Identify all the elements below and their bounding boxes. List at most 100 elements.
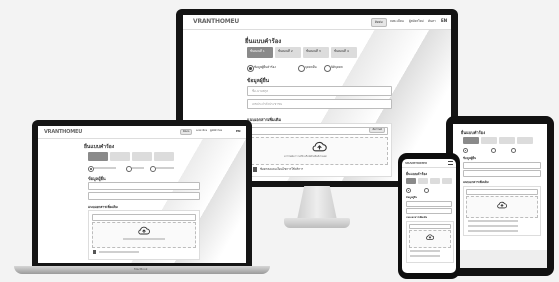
tablet-cloud-upload-icon — [497, 201, 507, 209]
laptop-header: VRANTHOMEU ติดต่อ ลงทะเบียน ผู้สมัครใหม่… — [38, 126, 246, 139]
tablet-step-1[interactable] — [463, 137, 479, 144]
cloud-upload-icon — [312, 141, 327, 152]
phone-step-2[interactable] — [418, 178, 428, 184]
phone-row-1 — [410, 250, 440, 252]
phone-row-2 — [410, 255, 440, 257]
phone-radio-self[interactable] — [406, 188, 411, 193]
phone-header: VRANTHOMEU — [402, 159, 456, 168]
phone-step-3[interactable] — [430, 178, 440, 184]
step-3-label: ขั้นตอนที่ 3 — [306, 49, 321, 53]
nav-register[interactable]: ลงทะเบียน — [390, 19, 404, 24]
nav-search[interactable]: ค้นหา — [428, 19, 436, 24]
laptop-nav-register[interactable]: ลงทะเบียน — [196, 129, 207, 133]
document-icon — [253, 167, 257, 172]
laptop-radio-other-label — [132, 167, 144, 169]
radio-self[interactable] — [247, 65, 254, 72]
tablet-footer — [453, 250, 547, 268]
phone-dropzone[interactable] — [409, 230, 451, 248]
radio-corporate[interactable] — [324, 65, 331, 72]
laptop-dropzone-text — [123, 238, 165, 240]
laptop-nav-contact[interactable]: ติดต่อ — [180, 129, 193, 135]
tablet-screen: ยื่นแบบคำร้อง ข้อมูลผู้ยื่น แนบเอกสารเพิ… — [453, 124, 547, 268]
phone-section-applicant: ข้อมูลผู้ยื่น — [406, 196, 418, 199]
nav-contact[interactable]: ติดต่อ — [371, 18, 387, 27]
monitor-neck — [297, 186, 337, 220]
laptop-radio-corp-label — [156, 167, 174, 169]
menu-icon[interactable] — [448, 161, 453, 165]
tablet-name-field[interactable] — [463, 162, 541, 169]
laptop-base-label: MacBook — [134, 267, 148, 271]
phone-upload-box — [406, 221, 454, 263]
section-applicant: ข้อมูลผู้ยื่น — [247, 78, 270, 84]
step-3[interactable]: ขั้นตอนที่ 3 — [303, 47, 329, 58]
tablet-step-3[interactable] — [499, 137, 515, 144]
nav-language[interactable]: EN — [441, 18, 447, 23]
phone-name-field[interactable] — [406, 201, 452, 207]
laptop-footer-note — [99, 251, 139, 253]
tablet-upload-box — [463, 186, 541, 236]
section-upload: แนบเอกสารเพิ่มเติม — [247, 117, 282, 122]
laptop-upload-box — [88, 210, 200, 260]
tablet-row-3 — [468, 230, 518, 232]
laptop-section-applicant: ข้อมูลผู้ยื่น — [88, 176, 106, 181]
laptop-step-4[interactable] — [154, 152, 174, 161]
laptop-step-3[interactable] — [132, 152, 152, 161]
laptop-radio-self-label — [94, 167, 116, 169]
tablet-section-applicant: ข้อมูลผู้ยื่น — [463, 156, 477, 160]
phone-radio-other[interactable] — [424, 188, 429, 193]
laptop-document-icon — [93, 250, 96, 254]
tablet-step-4[interactable] — [517, 137, 533, 144]
phone-logo[interactable]: VRANTHOMEU — [405, 161, 427, 165]
laptop: VRANTHOMEU ติดต่อ ลงทะเบียน ผู้สมัครใหม่… — [32, 120, 252, 268]
tablet-page-title: ยื่นแบบคำร้อง — [461, 130, 486, 135]
laptop-dropzone[interactable] — [92, 222, 196, 248]
choose-file-button[interactable]: เลือกไฟล์ — [369, 127, 385, 133]
phone-page-title: ยื่นแบบคำร้อง — [406, 172, 428, 176]
laptop-base: MacBook — [14, 266, 270, 274]
phone-screen: VRANTHOMEU ยื่นแบบคำร้อง ข้อมูลผู้ยื่น แ… — [402, 159, 456, 273]
step-2[interactable]: ขั้นตอนที่ 2 — [275, 47, 301, 58]
header: VRANTHOMEU ติดต่อ ลงทะเบียน ผู้สมัครใหม่… — [183, 15, 451, 30]
phone-step-4[interactable] — [442, 178, 452, 184]
dropzone-text: ลากไฟล์มาวางที่นี่ หรือคลิกเพื่ออัปโหลด — [284, 155, 327, 158]
upload-box: เลือกไฟล์ ลากไฟล์มาวางที่นี่ หรือคลิกเพื… — [247, 123, 392, 177]
tablet-radio-self[interactable] — [463, 148, 468, 153]
tablet-file-input[interactable] — [466, 189, 538, 195]
id-field[interactable]: เลขประจำตัวประชาชน — [247, 99, 392, 109]
laptop-nav-lang[interactable]: EN — [236, 129, 241, 133]
laptop-name-field[interactable] — [88, 182, 200, 190]
step-1[interactable]: ขั้นตอนที่ 1 — [247, 47, 273, 58]
tablet-radio-other[interactable] — [491, 148, 496, 153]
tablet-id-field[interactable] — [463, 170, 541, 177]
logo[interactable]: VRANTHOMEU — [193, 18, 239, 25]
tablet-row-2 — [468, 225, 518, 227]
laptop-logo[interactable]: VRANTHOMEU — [44, 129, 82, 135]
tablet-row-1 — [468, 220, 518, 222]
phone-id-field[interactable] — [406, 208, 452, 214]
name-field[interactable]: ชื่อ-นามสกุล — [247, 86, 392, 96]
tablet-step-2[interactable] — [481, 137, 497, 144]
laptop-step-1[interactable] — [88, 152, 108, 161]
id-field-placeholder: เลขประจำตัวประชาชน — [252, 102, 283, 106]
tablet-dropzone[interactable] — [466, 196, 538, 218]
laptop-page-title: ยื่นแบบคำร้อง — [84, 144, 115, 150]
radio-other[interactable] — [298, 65, 305, 72]
tablet-radio-corp[interactable] — [511, 148, 516, 153]
phone-file-input[interactable] — [409, 224, 451, 229]
tablet: ยื่นแบบคำร้อง ข้อมูลผู้ยื่น แนบเอกสารเพิ… — [446, 116, 554, 276]
phone-step-1[interactable] — [406, 178, 416, 184]
dropzone[interactable]: ลากไฟล์มาวางที่นี่ หรือคลิกเพื่ออัปโหลด — [251, 137, 388, 165]
radio-other-label: บุคคลอื่น — [305, 65, 317, 69]
step-2-label: ขั้นตอนที่ 2 — [278, 49, 293, 53]
laptop-file-input[interactable] — [92, 214, 196, 221]
radio-corporate-label: นิติบุคคล — [331, 65, 343, 69]
radio-self-label: ข้อมูลผู้ยื่นคำร้อง — [254, 65, 276, 69]
footer-note: ข้อตกลงและเงื่อนไขการใช้บริการ — [260, 167, 304, 171]
laptop-nav-new[interactable]: ผู้สมัครใหม่ — [210, 129, 222, 133]
laptop-step-2[interactable] — [110, 152, 130, 161]
file-input[interactable] — [251, 127, 388, 135]
laptop-id-field[interactable] — [88, 192, 200, 200]
phone-section-upload: แนบเอกสารเพิ่มเติม — [406, 216, 428, 219]
step-4[interactable]: ขั้นตอนที่ 4 — [331, 47, 357, 58]
nav-new-applicant[interactable]: ผู้สมัครใหม่ — [409, 19, 424, 24]
